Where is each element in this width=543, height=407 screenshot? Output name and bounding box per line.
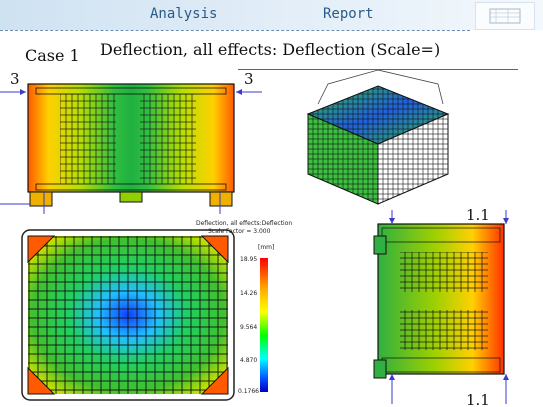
header-divider	[0, 30, 470, 31]
case-label: Case 1	[25, 46, 80, 65]
header-title: Analysis	[150, 6, 218, 22]
header-band	[0, 0, 543, 30]
legend-tick-3: 9.564	[240, 324, 258, 331]
legend-tick-4: 4.870	[240, 357, 258, 364]
header-subtitle: Report	[323, 6, 374, 22]
isometric-view-image	[288, 64, 458, 214]
side-view-image	[370, 210, 513, 404]
thumbnail-image[interactable]	[475, 2, 535, 30]
legend-tick-2: 14.26	[240, 290, 258, 297]
legend-color-bar	[260, 258, 268, 392]
legend-title: Deflection, all effects:Deflection	[196, 220, 293, 227]
legend-tick-5: 0.1766	[238, 388, 259, 395]
legend-subtitle: Scale Factor = 3.000	[208, 228, 271, 235]
front-view-image	[0, 80, 262, 215]
slide-title: Deflection, all effects: Deflection (Sca…	[100, 40, 441, 59]
legend-tick-1: 18.95	[240, 256, 258, 263]
top-view-image	[20, 228, 240, 406]
legend-unit: [mm]	[258, 244, 275, 251]
